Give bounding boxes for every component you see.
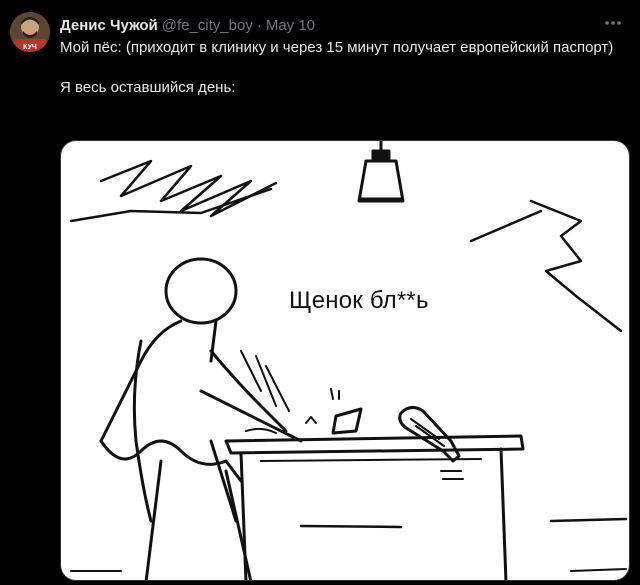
- separator-dot: ·: [256, 16, 262, 34]
- tweet-header: Денис Чужой @fe_city_boy · May 10: [60, 14, 624, 36]
- more-horizontal-icon: [605, 21, 621, 25]
- author-name[interactable]: Денис Чужой: [60, 17, 158, 34]
- avatar-image: КУЧ: [10, 12, 50, 52]
- tweet-media-image[interactable]: Щенок бл**ь: [60, 140, 630, 581]
- author-handle[interactable]: @fe_city_boy: [162, 17, 253, 34]
- tweet-text-line-1: Мой пёс: (приходит в клинику и через 15 …: [60, 39, 614, 56]
- more-options-button[interactable]: [600, 12, 626, 34]
- avatar-label: КУЧ: [23, 44, 37, 51]
- meme-drawing: [69, 141, 628, 580]
- tweet-date[interactable]: May 10: [266, 17, 315, 34]
- avatar[interactable]: КУЧ: [10, 12, 50, 52]
- tweet-text-line-2: Я весь оставшийся день:: [60, 79, 236, 96]
- meme-caption: Щенок бл**ь: [289, 287, 429, 314]
- tweet-text: Мой пёс: (приходит в клинику и через 15 …: [60, 38, 620, 98]
